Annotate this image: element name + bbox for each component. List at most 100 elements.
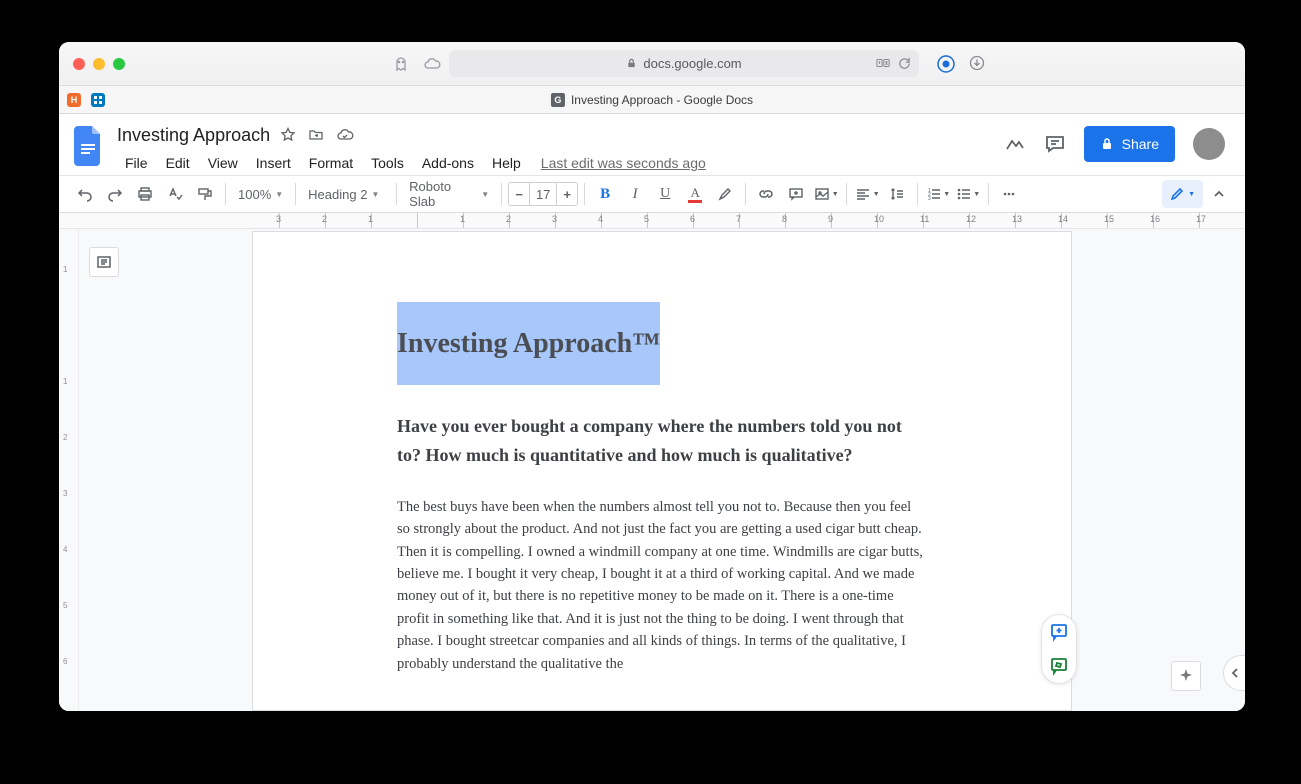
- docs-favicon: G: [551, 93, 565, 107]
- share-label: Share: [1122, 136, 1159, 152]
- avatar[interactable]: [1193, 128, 1225, 160]
- insert-link-button[interactable]: [752, 180, 780, 208]
- menu-tools[interactable]: Tools: [363, 151, 412, 175]
- document-heading2: Have you ever bought a company where the…: [397, 412, 927, 470]
- font-size-value[interactable]: 17: [529, 183, 557, 205]
- font-size-control: − 17 +: [508, 182, 578, 206]
- url-bar[interactable]: docs.google.com: [449, 50, 919, 77]
- minimize-window-button[interactable]: [93, 58, 105, 70]
- activity-icon[interactable]: [1004, 133, 1026, 155]
- ruler-tick: 2: [509, 213, 555, 228]
- lock-icon: [1100, 137, 1114, 151]
- reload-icon[interactable]: [898, 57, 911, 70]
- redo-button[interactable]: [101, 180, 129, 208]
- collapse-toolbar-button[interactable]: [1205, 180, 1233, 208]
- maximize-window-button[interactable]: [113, 58, 125, 70]
- italic-button[interactable]: I: [621, 180, 649, 208]
- password-manager-icon[interactable]: [937, 55, 955, 73]
- window-controls: [73, 58, 125, 70]
- editing-mode-button[interactable]: ▼: [1162, 180, 1203, 208]
- vruler-tick: 1: [63, 265, 67, 274]
- translate-icon[interactable]: [876, 57, 890, 69]
- font-select[interactable]: Roboto Slab▼: [403, 179, 495, 209]
- bullet-list-button[interactable]: ▼: [954, 180, 982, 208]
- explore-button[interactable]: [1171, 661, 1201, 691]
- menu-file[interactable]: File: [117, 151, 156, 175]
- menu-help[interactable]: Help: [484, 151, 529, 175]
- spellcheck-button[interactable]: [161, 180, 189, 208]
- suggest-edit-margin-button[interactable]: [1048, 655, 1070, 677]
- ruler-tick: 11: [923, 213, 969, 228]
- vruler-tick: 1: [63, 377, 67, 386]
- document-heading1: Investing Approach™: [397, 302, 660, 385]
- pinned-tab-2[interactable]: [91, 93, 105, 107]
- docs-home-button[interactable]: [71, 122, 107, 170]
- print-button[interactable]: [131, 180, 159, 208]
- cloud-icon[interactable]: [423, 56, 441, 72]
- tab-title: Investing Approach - Google Docs: [571, 93, 753, 107]
- docs-header: Investing Approach File Edit View Insert…: [59, 114, 1245, 175]
- vruler-tick: 4: [63, 545, 67, 554]
- vruler-tick: 5: [63, 601, 67, 610]
- underline-button[interactable]: U: [651, 180, 679, 208]
- cloud-status-icon[interactable]: [336, 127, 354, 143]
- font-size-increase[interactable]: +: [557, 187, 577, 202]
- ruler-tick: 12: [969, 213, 1015, 228]
- paint-format-button[interactable]: [191, 180, 219, 208]
- add-comment-margin-button[interactable]: [1048, 621, 1070, 643]
- ruler-tick: 17: [1199, 213, 1245, 228]
- pinned-tab-1[interactable]: H: [67, 93, 81, 107]
- menu-bar: File Edit View Insert Format Tools Add-o…: [117, 151, 994, 175]
- more-button[interactable]: [995, 180, 1023, 208]
- menu-format[interactable]: Format: [301, 151, 361, 175]
- ruler-tick: 14: [1061, 213, 1107, 228]
- insert-image-button[interactable]: ▼: [812, 180, 840, 208]
- star-icon[interactable]: [280, 127, 296, 143]
- active-tab[interactable]: G Investing Approach - Google Docs: [551, 93, 753, 107]
- horizontal-ruler[interactable]: 3211234567891011121314151617: [59, 213, 1245, 229]
- highlight-button[interactable]: [711, 180, 739, 208]
- ruler-tick: 3: [555, 213, 601, 228]
- downloads-icon[interactable]: [969, 55, 985, 73]
- last-edit-link[interactable]: Last edit was seconds ago: [541, 155, 706, 171]
- ruler-tick: 4: [601, 213, 647, 228]
- align-button[interactable]: ▼: [853, 180, 881, 208]
- close-window-button[interactable]: [73, 58, 85, 70]
- ruler-tick: [417, 213, 463, 228]
- zoom-select[interactable]: 100%▼: [232, 187, 289, 202]
- menu-insert[interactable]: Insert: [248, 151, 299, 175]
- menu-addons[interactable]: Add-ons: [414, 151, 482, 175]
- ghost-extension-icon[interactable]: [393, 56, 409, 72]
- document-paragraph: The best buys have been when the numbers…: [397, 496, 927, 676]
- document-title[interactable]: Investing Approach: [117, 125, 270, 146]
- numbered-list-button[interactable]: 123▼: [924, 180, 952, 208]
- url-text: docs.google.com: [643, 56, 741, 71]
- line-spacing-button[interactable]: [883, 180, 911, 208]
- outline-button[interactable]: [89, 247, 119, 277]
- ruler-tick: 3: [279, 213, 325, 228]
- text-color-button[interactable]: A: [681, 180, 709, 208]
- comments-icon[interactable]: [1044, 133, 1066, 155]
- style-select[interactable]: Heading 2▼: [302, 187, 390, 202]
- menu-edit[interactable]: Edit: [158, 151, 198, 175]
- move-icon[interactable]: [308, 127, 324, 143]
- ruler-tick: 15: [1107, 213, 1153, 228]
- vruler-tick: 6: [63, 657, 67, 666]
- ruler-tick: 7: [739, 213, 785, 228]
- font-size-decrease[interactable]: −: [509, 187, 529, 202]
- menu-view[interactable]: View: [200, 151, 246, 175]
- document-page[interactable]: Investing Approach™ Have you ever bought…: [252, 231, 1072, 711]
- tab-strip: H G Investing Approach - Google Docs: [59, 86, 1245, 114]
- ruler-tick: 6: [693, 213, 739, 228]
- ruler-tick: 1: [463, 213, 509, 228]
- undo-button[interactable]: [71, 180, 99, 208]
- svg-text:3: 3: [928, 196, 931, 202]
- toolbar: 100%▼ Heading 2▼ Roboto Slab▼ − 17 + B I…: [59, 175, 1245, 213]
- ruler-tick: 13: [1015, 213, 1061, 228]
- ruler-tick: 9: [831, 213, 877, 228]
- bold-button[interactable]: B: [591, 180, 619, 208]
- vertical-ruler[interactable]: 2112345678: [59, 229, 79, 711]
- insert-comment-button[interactable]: [782, 180, 810, 208]
- ruler-tick: 5: [647, 213, 693, 228]
- share-button[interactable]: Share: [1084, 126, 1175, 162]
